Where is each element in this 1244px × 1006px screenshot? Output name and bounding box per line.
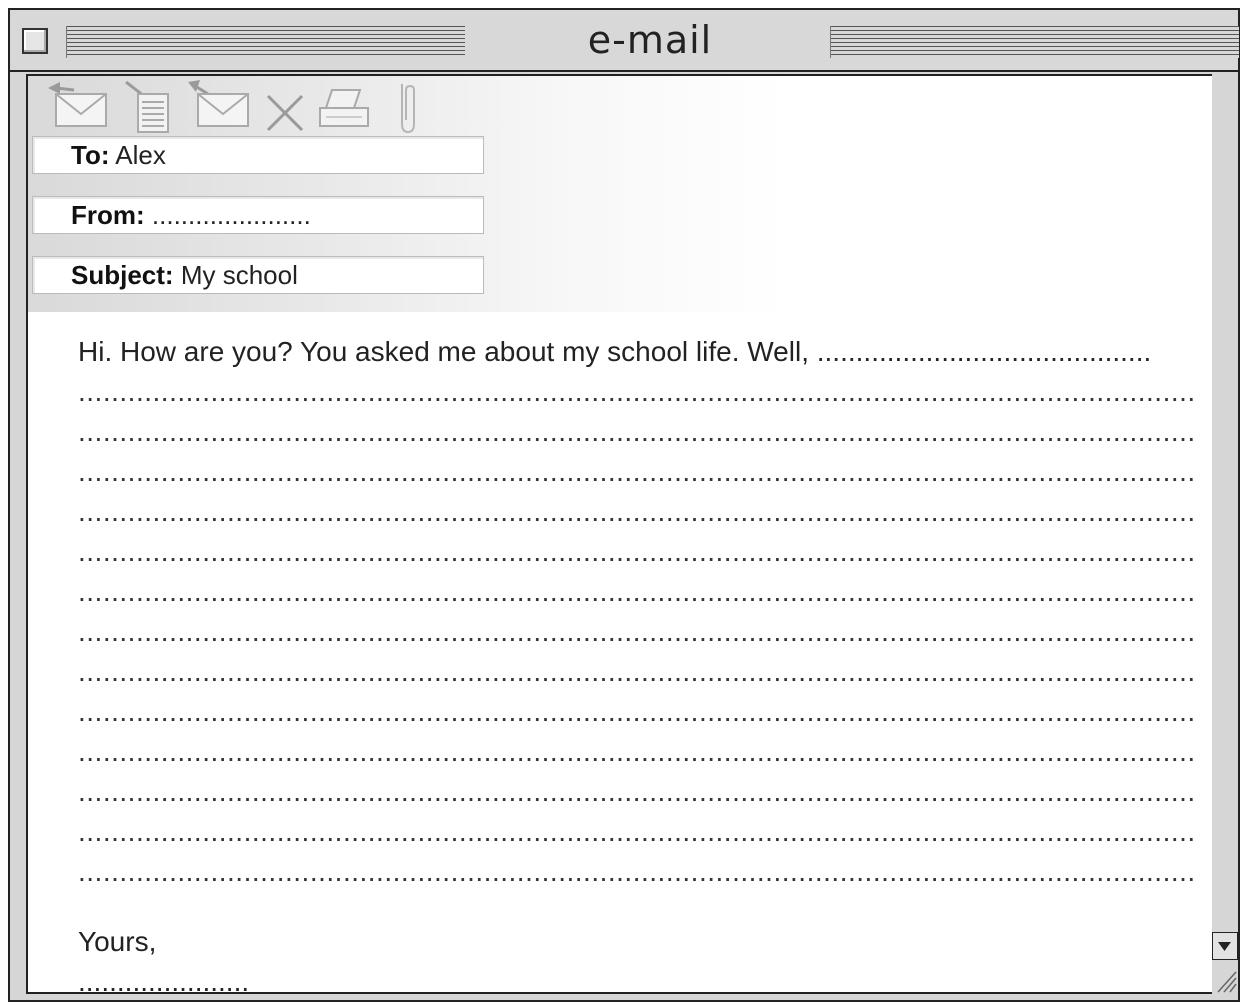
delete-icon[interactable] xyxy=(262,80,310,136)
subject-field[interactable]: Subject: My school xyxy=(32,256,484,294)
from-field[interactable]: From: ...................... xyxy=(32,196,484,234)
close-box[interactable] xyxy=(22,28,48,54)
message-body[interactable]: Hi. How are you? You asked me about my s… xyxy=(78,332,1212,994)
header-area: To: Alex From: ...................... Su… xyxy=(28,76,788,312)
attachment-icon[interactable] xyxy=(392,80,420,136)
toolbar xyxy=(42,80,442,136)
writing-line: ........................................… xyxy=(78,856,1198,887)
print-icon[interactable] xyxy=(314,80,374,136)
writing-line: ........................................… xyxy=(78,696,1198,727)
writing-line: ........................................… xyxy=(78,416,1198,447)
from-label: From: xyxy=(71,200,145,230)
writing-line: ........................................… xyxy=(78,816,1198,847)
to-field[interactable]: To: Alex xyxy=(32,136,484,174)
scroll-down-button[interactable] xyxy=(1212,932,1238,960)
title-bar-stripes-right xyxy=(830,26,1239,58)
new-note-icon[interactable] xyxy=(120,80,178,136)
title-bar-stripes-left xyxy=(66,26,465,58)
writing-line: ........................................… xyxy=(78,736,1198,767)
resize-grip-icon[interactable] xyxy=(1212,964,1238,994)
window-title: e-mail xyxy=(587,18,713,62)
to-label: To: xyxy=(71,140,110,170)
writing-line: ........................................… xyxy=(78,616,1198,647)
writing-line: ........................................… xyxy=(78,376,1198,407)
message-pane: To: Alex From: ...................... Su… xyxy=(26,74,1214,994)
subject-label: Subject: xyxy=(71,260,174,290)
to-value: Alex xyxy=(115,140,166,170)
writing-line: ........................................… xyxy=(78,536,1198,567)
arrow-down-icon xyxy=(1218,942,1231,951)
closing-text: Yours, xyxy=(78,926,157,957)
message-first-line: Hi. How are you? You asked me about my s… xyxy=(78,336,1152,367)
reply-icon[interactable] xyxy=(44,80,110,134)
writing-line: ........................................… xyxy=(78,576,1198,607)
email-window: e-mail To: Alex From: ..................… xyxy=(8,8,1240,1002)
forward-icon[interactable] xyxy=(186,80,252,134)
writing-line: ........................................… xyxy=(78,656,1198,687)
writing-line: ........................................… xyxy=(78,456,1198,487)
title-bar[interactable]: e-mail xyxy=(10,10,1239,72)
writing-line: ........................................… xyxy=(78,496,1198,527)
from-value: ...................... xyxy=(151,200,311,230)
subject-value: My school xyxy=(180,260,298,290)
vertical-scrollbar[interactable] xyxy=(1212,74,1238,994)
signature-line: ...................... xyxy=(78,966,250,994)
writing-line: ........................................… xyxy=(78,776,1198,807)
